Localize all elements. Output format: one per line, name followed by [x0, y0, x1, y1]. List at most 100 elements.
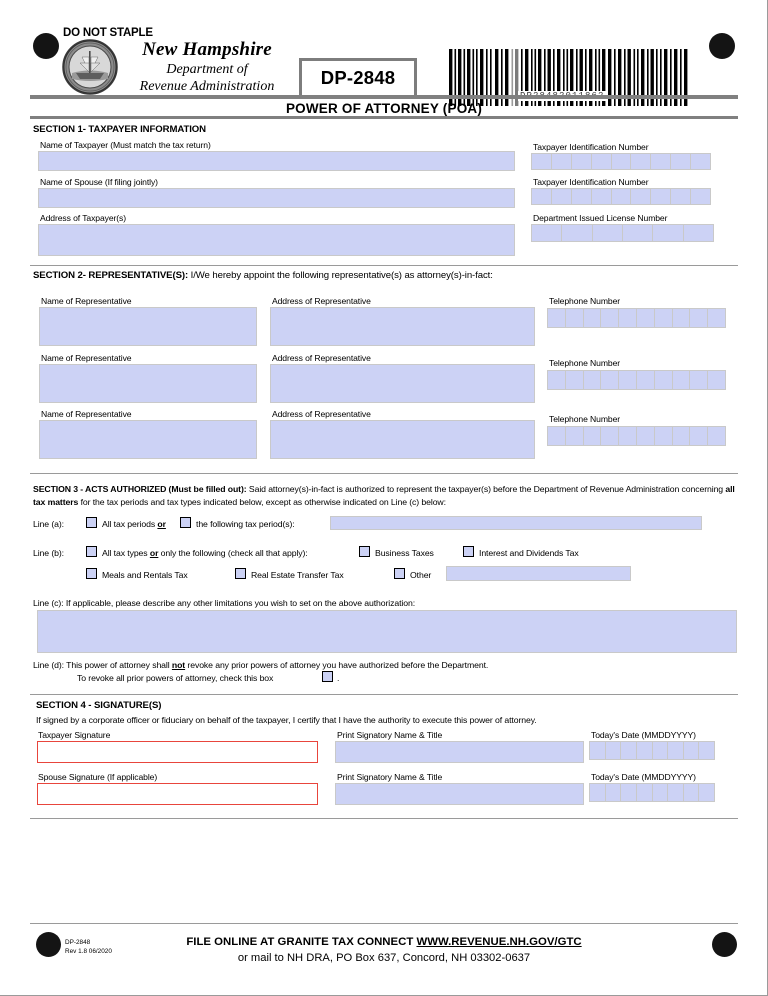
license-number-input[interactable]: [531, 224, 719, 242]
input-cell[interactable]: [635, 741, 653, 760]
rep-address-input-1[interactable]: [270, 307, 535, 346]
line-b-meals-rentals-checkbox[interactable]: [86, 568, 97, 579]
input-cell[interactable]: [589, 741, 606, 760]
input-cell[interactable]: [689, 370, 709, 390]
line-c-limitations-input[interactable]: [37, 610, 737, 653]
input-cell[interactable]: [650, 188, 672, 205]
line-b-real-estate-transfer-checkbox[interactable]: [235, 568, 246, 579]
input-cell[interactable]: [635, 308, 655, 328]
input-cell[interactable]: [547, 426, 566, 446]
taxpayer-name-input[interactable]: [38, 151, 515, 171]
rep-phone-input-3[interactable]: [547, 426, 735, 446]
line-b-interest-dividends-checkbox[interactable]: [463, 546, 474, 557]
line-b-other-input[interactable]: [446, 566, 631, 581]
input-cell[interactable]: [671, 426, 691, 446]
input-cell[interactable]: [621, 224, 654, 242]
input-cell[interactable]: [570, 153, 592, 170]
input-cell[interactable]: [618, 370, 637, 390]
input-cell[interactable]: [589, 783, 606, 802]
input-cell[interactable]: [682, 224, 714, 242]
input-cell[interactable]: [564, 370, 584, 390]
tin-1-input[interactable]: [531, 153, 719, 170]
input-cell[interactable]: [604, 783, 622, 802]
rep-address-input-2[interactable]: [270, 364, 535, 403]
input-cell[interactable]: [651, 783, 669, 802]
input-cell[interactable]: [690, 153, 711, 170]
rep-name-input-2[interactable]: [39, 364, 257, 403]
input-cell[interactable]: [698, 741, 715, 760]
input-cell[interactable]: [564, 308, 584, 328]
input-cell[interactable]: [531, 224, 563, 242]
input-cell[interactable]: [707, 308, 726, 328]
input-cell[interactable]: [550, 188, 572, 205]
todays-date-input-2[interactable]: [589, 783, 722, 802]
input-cell[interactable]: [610, 153, 632, 170]
input-cell[interactable]: [618, 426, 637, 446]
tin-2-input[interactable]: [531, 188, 719, 205]
input-cell[interactable]: [591, 224, 623, 242]
input-cell[interactable]: [550, 153, 572, 170]
input-cell[interactable]: [618, 308, 637, 328]
input-cell[interactable]: [604, 741, 622, 760]
input-cell[interactable]: [547, 370, 566, 390]
input-cell[interactable]: [635, 426, 655, 446]
input-cell[interactable]: [707, 426, 726, 446]
input-cell[interactable]: [630, 153, 652, 170]
input-cell[interactable]: [600, 370, 620, 390]
line-b-other-checkbox[interactable]: [394, 568, 405, 579]
rep-phone-input-2[interactable]: [547, 370, 735, 390]
line-a-following-periods-checkbox[interactable]: [180, 517, 191, 528]
line-a-all-periods-checkbox[interactable]: [86, 517, 97, 528]
line-b-business-taxes-checkbox[interactable]: [359, 546, 370, 557]
input-cell[interactable]: [653, 370, 673, 390]
input-cell[interactable]: [653, 426, 673, 446]
input-cell[interactable]: [670, 153, 691, 170]
input-cell[interactable]: [635, 370, 655, 390]
rep-address-input-3[interactable]: [270, 420, 535, 459]
input-cell[interactable]: [671, 308, 691, 328]
input-cell[interactable]: [667, 741, 684, 760]
input-cell[interactable]: [564, 426, 584, 446]
input-cell[interactable]: [610, 188, 632, 205]
taxpayer-signature-input[interactable]: [37, 741, 318, 763]
input-cell[interactable]: [630, 188, 652, 205]
rep-name-input-1[interactable]: [39, 307, 257, 346]
input-cell[interactable]: [682, 783, 700, 802]
input-cell[interactable]: [635, 783, 653, 802]
input-cell[interactable]: [582, 426, 602, 446]
line-d-revoke-checkbox[interactable]: [322, 671, 333, 682]
input-cell[interactable]: [650, 153, 672, 170]
rep-name-input-3[interactable]: [39, 420, 257, 459]
input-cell[interactable]: [707, 370, 726, 390]
input-cell[interactable]: [600, 308, 620, 328]
spouse-signature-input[interactable]: [37, 783, 318, 805]
input-cell[interactable]: [690, 188, 711, 205]
print-signatory-name-input-1[interactable]: [335, 741, 584, 763]
input-cell[interactable]: [620, 741, 637, 760]
granite-tax-connect-link[interactable]: WWW.REVENUE.NH.GOV/GTC: [416, 936, 581, 948]
input-cell[interactable]: [671, 370, 691, 390]
input-cell[interactable]: [590, 153, 612, 170]
line-a-tax-periods-input[interactable]: [330, 516, 702, 530]
input-cell[interactable]: [547, 308, 566, 328]
taxpayer-address-input[interactable]: [38, 224, 515, 256]
input-cell[interactable]: [653, 308, 673, 328]
input-cell[interactable]: [582, 308, 602, 328]
input-cell[interactable]: [689, 308, 709, 328]
input-cell[interactable]: [652, 224, 684, 242]
input-cell[interactable]: [531, 188, 552, 205]
input-cell[interactable]: [682, 741, 700, 760]
input-cell[interactable]: [698, 783, 715, 802]
input-cell[interactable]: [531, 153, 552, 170]
input-cell[interactable]: [620, 783, 637, 802]
todays-date-input-1[interactable]: [589, 741, 722, 760]
input-cell[interactable]: [670, 188, 691, 205]
input-cell[interactable]: [667, 783, 684, 802]
input-cell[interactable]: [570, 188, 592, 205]
input-cell[interactable]: [689, 426, 709, 446]
rep-phone-input-1[interactable]: [547, 308, 735, 328]
input-cell[interactable]: [600, 426, 620, 446]
input-cell[interactable]: [582, 370, 602, 390]
line-b-all-types-checkbox[interactable]: [86, 546, 97, 557]
input-cell[interactable]: [561, 224, 593, 242]
